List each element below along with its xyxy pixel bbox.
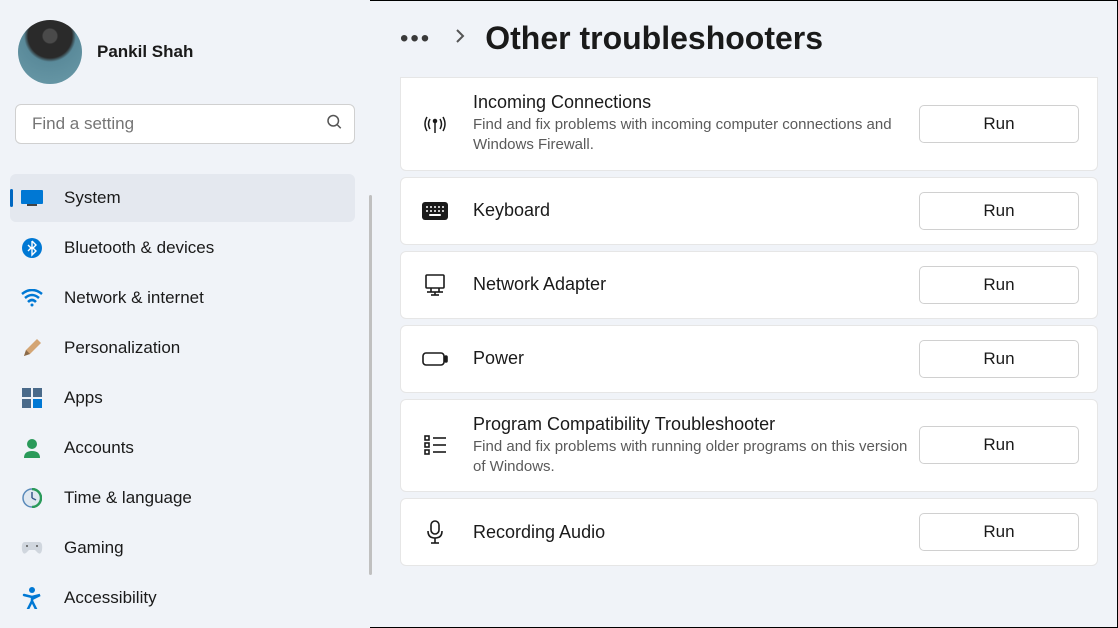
breadcrumb: ••• Other troubleshooters [400, 20, 1098, 57]
gamepad-icon [20, 536, 44, 560]
card-body: Network Adapter [473, 274, 919, 295]
sidebar-item-gaming[interactable]: Gaming [10, 524, 355, 572]
run-button[interactable]: Run [919, 192, 1079, 230]
card-title: Program Compatibility Troubleshooter [473, 414, 919, 435]
search-input[interactable] [15, 104, 355, 144]
search-container [15, 104, 355, 144]
troubleshooter-card-recording-audio: Recording Audio Run [400, 498, 1098, 566]
sidebar-item-accounts[interactable]: Accounts [10, 424, 355, 472]
antenna-icon [415, 113, 455, 135]
sidebar-item-label: Apps [64, 388, 103, 408]
sidebar: Pankil Shah System Bluetooth & devices N… [0, 0, 370, 628]
sidebar-item-label: Personalization [64, 338, 180, 358]
card-body: Recording Audio [473, 522, 919, 543]
run-button[interactable]: Run [919, 513, 1079, 551]
sidebar-item-label: Accounts [64, 438, 134, 458]
sidebar-item-label: Network & internet [64, 288, 204, 308]
card-title: Power [473, 348, 919, 369]
sidebar-item-label: Gaming [64, 538, 124, 558]
troubleshooter-card-keyboard: Keyboard Run [400, 177, 1098, 245]
sidebar-item-label: Accessibility [64, 588, 157, 608]
bluetooth-icon [20, 236, 44, 260]
sidebar-item-network[interactable]: Network & internet [10, 274, 355, 322]
troubleshooter-card-power: Power Run [400, 325, 1098, 393]
sidebar-item-accessibility[interactable]: Accessibility [10, 574, 355, 622]
page-title: Other troubleshooters [485, 20, 823, 57]
card-title: Network Adapter [473, 274, 919, 295]
troubleshooter-card-network-adapter: Network Adapter Run [400, 251, 1098, 319]
user-profile[interactable]: Pankil Shah [10, 10, 360, 104]
network-adapter-icon [415, 273, 455, 297]
card-title: Keyboard [473, 200, 919, 221]
more-icon[interactable]: ••• [400, 25, 431, 53]
wifi-icon [20, 286, 44, 310]
main-content: ••• Other troubleshooters Incoming Conne… [390, 0, 1118, 628]
keyboard-icon [415, 202, 455, 220]
run-button[interactable]: Run [919, 340, 1079, 378]
troubleshooter-card-program-compatibility: Program Compatibility Troubleshooter Fin… [400, 399, 1098, 493]
run-button[interactable]: Run [919, 426, 1079, 464]
avatar [18, 20, 82, 84]
sidebar-item-personalization[interactable]: Personalization [10, 324, 355, 372]
sidebar-item-system[interactable]: System [10, 174, 355, 222]
accessibility-icon [20, 586, 44, 610]
list-icon [415, 435, 455, 455]
sidebar-item-label: Bluetooth & devices [64, 238, 214, 258]
troubleshooter-card-incoming-connections: Incoming Connections Find and fix proble… [400, 77, 1098, 171]
sidebar-item-label: System [64, 188, 121, 208]
card-desc: Find and fix problems with incoming comp… [473, 115, 919, 156]
microphone-icon [415, 520, 455, 544]
sidebar-scrollbar[interactable] [369, 195, 372, 575]
battery-icon [415, 351, 455, 367]
card-body: Incoming Connections Find and fix proble… [473, 92, 919, 156]
card-body: Power [473, 348, 919, 369]
card-body: Keyboard [473, 200, 919, 221]
apps-icon [20, 386, 44, 410]
run-button[interactable]: Run [919, 266, 1079, 304]
person-icon [20, 436, 44, 460]
clock-icon [20, 486, 44, 510]
system-icon [20, 186, 44, 210]
sidebar-item-label: Time & language [64, 488, 192, 508]
sidebar-item-time[interactable]: Time & language [10, 474, 355, 522]
user-name: Pankil Shah [97, 42, 193, 62]
run-button[interactable]: Run [919, 105, 1079, 143]
card-title: Incoming Connections [473, 92, 919, 113]
card-title: Recording Audio [473, 522, 919, 543]
card-body: Program Compatibility Troubleshooter Fin… [473, 414, 919, 478]
chevron-right-icon [455, 28, 465, 49]
sidebar-item-apps[interactable]: Apps [10, 374, 355, 422]
card-desc: Find and fix problems with running older… [473, 437, 919, 478]
brush-icon [20, 336, 44, 360]
sidebar-item-bluetooth[interactable]: Bluetooth & devices [10, 224, 355, 272]
nav-list: System Bluetooth & devices Network & int… [10, 174, 360, 622]
